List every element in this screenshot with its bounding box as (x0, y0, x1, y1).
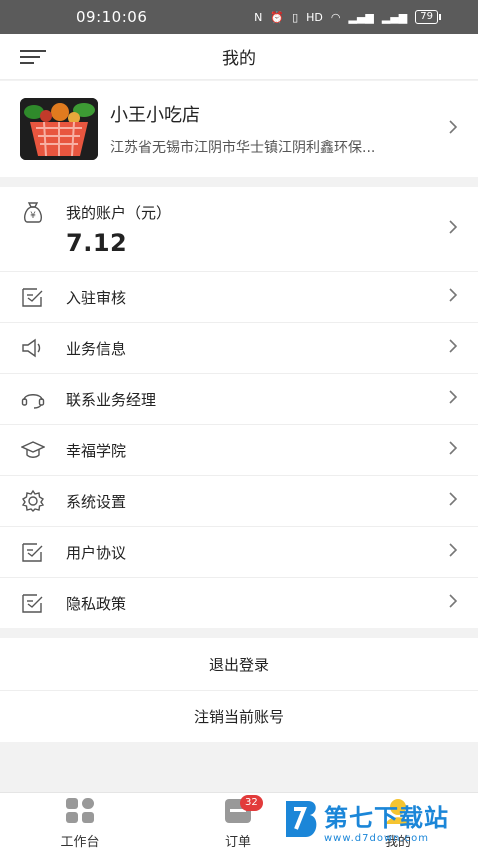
signal-icon: ▂▄▆ (348, 10, 374, 24)
watermark-logo-icon (282, 797, 320, 845)
menu-item-academy[interactable]: 幸福学院 (0, 424, 478, 475)
menu-item-user-agreement[interactable]: 用户协议 (0, 526, 478, 577)
graduation-cap-icon (20, 437, 46, 463)
chevron-right-icon (448, 338, 458, 358)
vibrate-icon: ▯ (292, 10, 299, 24)
account-label: 我的账户（元） (66, 203, 172, 222)
menu-list: 入驻审核 业务信息 联系业务经理 幸福学院 系统设置 用户协议 隐私政策 (0, 271, 478, 628)
shop-name: 小王小吃店 (110, 105, 200, 126)
watermark-text: 第七下载站 www.d7down.com (324, 798, 449, 844)
status-bar: 09:10:06 N ⏰ ▯ HD ◠ ▂▄▆ ▂▄▆ 79 (0, 0, 478, 34)
tab-label: 订单 (224, 835, 251, 850)
chevron-right-icon (448, 593, 458, 613)
signal-icon-2: ▂▄▆ (381, 10, 408, 24)
hd-icon: HD (306, 10, 323, 24)
wifi-icon: ◠ (330, 10, 341, 24)
menu-item-business-info[interactable]: 业务信息 (0, 322, 478, 373)
document-edit-icon (20, 590, 46, 616)
orders-badge: 32 (240, 795, 263, 811)
shop-address: 江苏省无锡市江阴市华士镇江阴利鑫环保... (110, 140, 376, 156)
document-edit-icon (20, 539, 46, 565)
headset-icon (20, 386, 46, 412)
tab-label: 工作台 (60, 835, 100, 850)
chevron-right-icon (448, 287, 458, 307)
account-section: ¥ 我的账户（元） 7.12 (0, 187, 478, 271)
menu-item-label: 系统设置 (66, 492, 127, 511)
shop-card[interactable]: 小王小吃店 江苏省无锡市江阴市华士镇江阴利鑫环保... (0, 81, 478, 177)
chevron-right-icon (448, 491, 458, 511)
chevron-right-icon (448, 219, 458, 239)
account-row[interactable]: ¥ 我的账户（元） 7.12 (0, 187, 478, 271)
watermark: 第七下载站 www.d7down.com (282, 797, 449, 845)
status-icons: N ⏰ ▯ HD ◠ ▂▄▆ ▂▄▆ 79 (254, 10, 441, 24)
menu-item-label: 幸福学院 (66, 441, 127, 460)
document-edit-icon (20, 284, 46, 310)
menu-item-review[interactable]: 入驻审核 (0, 271, 478, 322)
menu-item-label: 入驻审核 (66, 288, 127, 307)
chevron-right-icon (448, 440, 458, 460)
nfc-icon: N (254, 10, 263, 24)
chevron-right-icon (448, 119, 458, 139)
page-header: 我的 (0, 34, 478, 80)
cancel-account-button[interactable]: 注销当前账号 (0, 690, 478, 742)
grid-icon (64, 797, 96, 829)
account-text: 我的账户（元） 7.12 (66, 202, 440, 257)
shop-info: 小王小吃店 江苏省无锡市江阴市华士镇江阴利鑫环保... (110, 101, 440, 157)
menu-item-label: 隐私政策 (66, 594, 127, 613)
shop-logo (20, 98, 98, 160)
chevron-right-icon (448, 389, 458, 409)
menu-item-contact-manager[interactable]: 联系业务经理 (0, 373, 478, 424)
page-title: 我的 (222, 49, 256, 69)
menu-item-label: 业务信息 (66, 339, 127, 358)
chevron-right-icon (448, 542, 458, 562)
account-balance: 7.12 (66, 228, 128, 257)
menu-item-settings[interactable]: 系统设置 (0, 475, 478, 526)
tab-workbench[interactable]: 工作台 (40, 797, 120, 850)
speaker-icon (20, 335, 46, 361)
alarm-icon: ⏰ (270, 10, 285, 24)
money-bag-icon: ¥ (20, 199, 46, 225)
tab-orders[interactable]: 32 订单 (198, 795, 278, 850)
logout-button[interactable]: 退出登录 (0, 638, 478, 690)
gear-icon (20, 488, 46, 514)
svg-text:¥: ¥ (30, 211, 36, 221)
watermark-url: www.d7down.com (324, 833, 430, 844)
menu-item-label: 用户协议 (66, 543, 127, 562)
account-actions: 退出登录 注销当前账号 (0, 638, 478, 742)
battery-icon: 79 (415, 10, 441, 24)
hamburger-menu-icon[interactable] (20, 49, 46, 69)
menu-item-label: 联系业务经理 (66, 390, 157, 409)
watermark-brand: 第七下载站 (324, 804, 449, 832)
status-time: 09:10:06 (76, 8, 148, 26)
menu-item-privacy-policy[interactable]: 隐私政策 (0, 577, 478, 628)
